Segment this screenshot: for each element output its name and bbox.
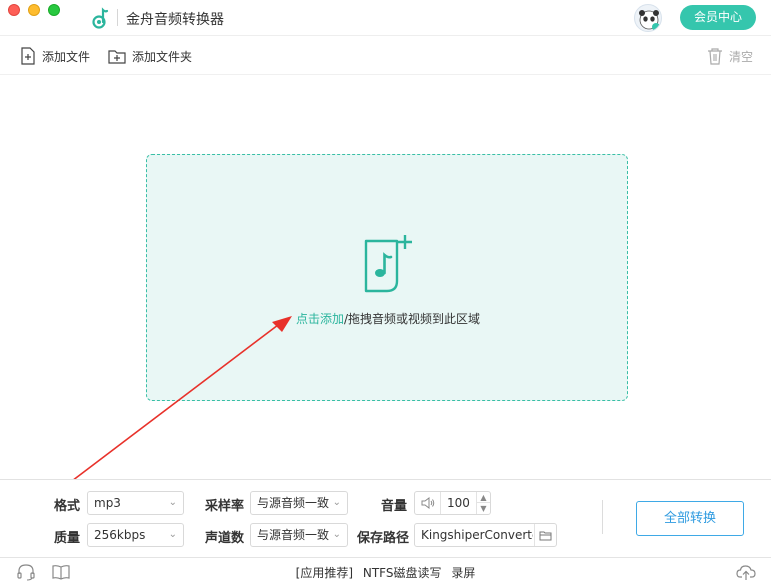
vip-center-button[interactable]: 会员中心 xyxy=(680,5,756,30)
volume-step-buttons: ▲ ▼ xyxy=(476,492,490,514)
volume-value[interactable]: 100 xyxy=(447,492,470,514)
volume-up-button[interactable]: ▲ xyxy=(477,492,490,503)
window-close-button[interactable] xyxy=(8,4,20,16)
save-path-value[interactable]: KingshiperConverter xyxy=(421,524,533,546)
volume-stepper[interactable]: 100 ▲ ▼ xyxy=(414,491,491,515)
channels-label: 声道数 xyxy=(205,531,245,546)
sample-rate-select[interactable]: 与源音频一致 ⌄ xyxy=(250,491,348,515)
format-select[interactable]: mp3 ⌄ xyxy=(87,491,184,515)
status-bar: [应用推荐] NTFS磁盘读写 录屏 xyxy=(0,557,771,584)
avatar[interactable] xyxy=(634,4,662,32)
app-recommend-link[interactable]: [应用推荐] xyxy=(296,566,353,580)
folder-icon[interactable] xyxy=(534,524,556,546)
folder-plus-icon xyxy=(108,50,126,64)
toolbar: 添加文件 添加文件夹 清空 xyxy=(0,35,771,75)
add-file-button[interactable]: 添加文件 xyxy=(20,46,90,66)
save-path-field[interactable]: KingshiperConverter xyxy=(414,523,557,547)
app-title: 金舟音频转换器 xyxy=(126,12,224,28)
panda-avatar-icon xyxy=(639,10,660,31)
chevron-down-icon: ⌄ xyxy=(168,497,177,508)
clear-label: 清空 xyxy=(729,49,754,64)
speaker-icon[interactable] xyxy=(415,492,441,514)
statusbar-links: [应用推荐] NTFS磁盘读写 录屏 xyxy=(0,564,771,581)
settings-panel: 格式 mp3 ⌄ 质量 256kbps ⌄ 采样率 与源音频一致 ⌄ 声道数 与… xyxy=(0,479,771,557)
drop-zone[interactable]: 点击添加/拖拽音频或视频到此区域 xyxy=(146,154,628,401)
title-bar: 金舟音频转换器 会员中心 xyxy=(0,0,771,35)
quality-label: 质量 xyxy=(54,531,81,546)
add-file-label: 添加文件 xyxy=(42,49,91,64)
chevron-down-icon: ⌄ xyxy=(332,529,341,540)
quality-select[interactable]: 256kbps ⌄ xyxy=(87,523,184,547)
clear-button[interactable]: 清空 xyxy=(707,46,753,66)
screen-record-link[interactable]: 录屏 xyxy=(451,566,475,580)
window-maximize-button[interactable] xyxy=(48,4,60,16)
format-value: mp3 xyxy=(94,496,121,510)
panel-divider xyxy=(602,500,603,534)
cloud-upload-icon[interactable] xyxy=(736,563,756,581)
music-note-icon xyxy=(92,7,109,29)
quality-value: 256kbps xyxy=(94,528,146,542)
sample-rate-label: 采样率 xyxy=(205,499,245,514)
volume-label: 音量 xyxy=(381,499,408,514)
channels-select[interactable]: 与源音频一致 ⌄ xyxy=(250,523,348,547)
drop-hint-text: /拖拽音频或视频到此区域 xyxy=(343,312,481,326)
trash-icon xyxy=(708,48,722,65)
drop-hint: 点击添加/拖拽音频或视频到此区域 xyxy=(147,310,629,327)
save-path-label: 保存路径 xyxy=(357,531,410,546)
music-file-plus-icon xyxy=(364,235,412,293)
click-add-link[interactable]: 点击添加 xyxy=(296,312,344,326)
format-label: 格式 xyxy=(54,499,81,514)
file-plus-icon xyxy=(21,47,35,65)
add-folder-label: 添加文件夹 xyxy=(132,49,193,64)
channels-value: 与源音频一致 xyxy=(257,528,330,542)
volume-down-button[interactable]: ▼ xyxy=(477,503,490,514)
convert-all-button[interactable]: 全部转换 xyxy=(636,501,744,536)
chevron-down-icon: ⌄ xyxy=(168,529,177,540)
sample-rate-value: 与源音频一致 xyxy=(257,496,330,510)
chevron-down-icon: ⌄ xyxy=(332,497,341,508)
title-separator xyxy=(117,9,118,26)
window-minimize-button[interactable] xyxy=(28,4,40,16)
add-folder-button[interactable]: 添加文件夹 xyxy=(108,46,192,66)
ntfs-link[interactable]: NTFS磁盘读写 xyxy=(363,566,442,580)
